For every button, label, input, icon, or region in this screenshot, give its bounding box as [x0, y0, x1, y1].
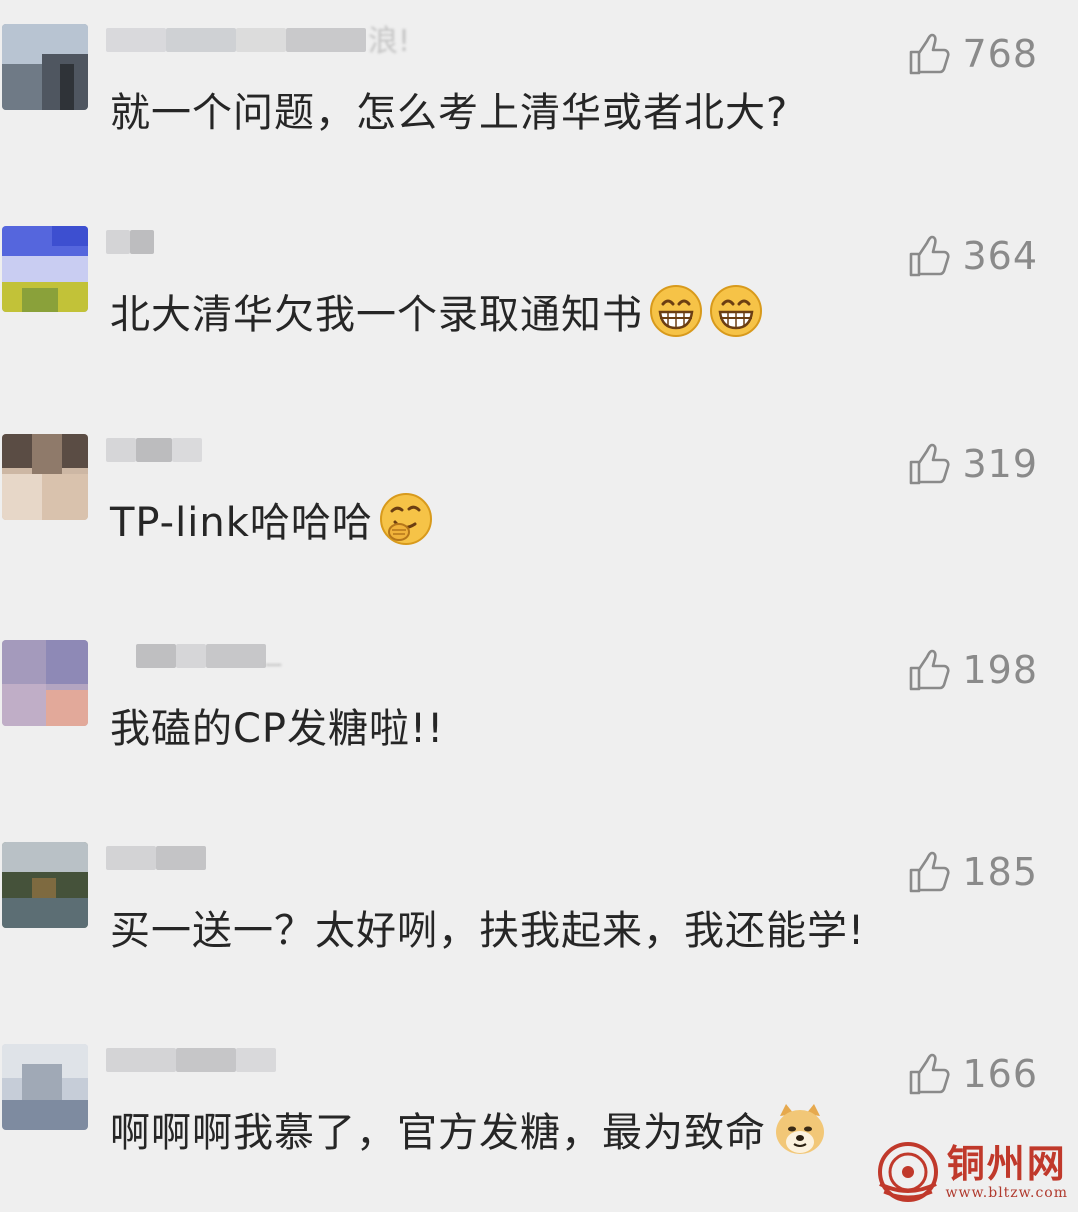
- like-button[interactable]: 768: [908, 30, 1038, 78]
- user-avatar[interactable]: [2, 1044, 88, 1130]
- comment-text: TP-link哈哈哈: [110, 490, 433, 548]
- like-button[interactable]: 198: [908, 646, 1038, 694]
- comment-text-content: 我磕的CP发糖啦!!: [110, 706, 445, 752]
- username-blurred[interactable]: [106, 428, 426, 472]
- comment-text: 北大清华欠我一个录取通知书: [110, 282, 763, 340]
- comment-text-content: 啊啊啊我慕了，官方发糖，最为致命: [110, 1110, 766, 1156]
- grin-emoji: [649, 284, 703, 338]
- site-url: www.bltzw.com: [945, 1185, 1068, 1201]
- thumbs-up-icon: [908, 32, 951, 76]
- username-blurred[interactable]: [106, 1038, 426, 1082]
- site-name: 铜州网: [946, 1141, 1067, 1186]
- user-avatar[interactable]: [2, 24, 88, 110]
- thumbs-up-icon: [908, 648, 951, 692]
- grin-emoji: [709, 284, 763, 338]
- comment-text-content: 北大清华欠我一个录取通知书: [110, 292, 643, 338]
- comment-text: 就一个问题，怎么考上清华或者北大?: [110, 80, 788, 138]
- username-blurred[interactable]: [106, 220, 426, 264]
- like-count: 166: [962, 1052, 1038, 1096]
- like-count: 198: [962, 648, 1038, 692]
- username-tail: _: [266, 632, 281, 667]
- thumbs-up-icon: [908, 234, 951, 278]
- comment-text-content: 就一个问题，怎么考上清华或者北大?: [110, 90, 789, 136]
- like-button[interactable]: 319: [908, 440, 1038, 488]
- comment-text: 买一送一？太好咧，扶我起来，我还能学!: [110, 898, 865, 956]
- username-blurred[interactable]: [106, 836, 426, 880]
- username-blurred[interactable]: _: [106, 632, 426, 678]
- like-count: 185: [962, 850, 1038, 894]
- user-avatar[interactable]: [2, 226, 88, 312]
- comment-text: 啊啊啊我慕了，官方发糖，最为致命: [110, 1100, 828, 1158]
- username-tail: 浪!: [368, 24, 411, 59]
- thumbs-up-icon: [908, 442, 951, 486]
- site-logo-icon: [876, 1140, 940, 1204]
- like-button[interactable]: 185: [908, 848, 1038, 896]
- comment-text-content: 买一送一？太好咧，扶我起来，我还能学!: [110, 908, 866, 954]
- like-button[interactable]: 364: [908, 232, 1038, 280]
- like-count: 768: [962, 32, 1038, 76]
- username-blurred[interactable]: 浪!: [106, 18, 426, 62]
- comment-text: 我磕的CP发糖啦!!: [110, 696, 444, 754]
- site-watermark: 铜州网 www.bltzw.com: [876, 1140, 1069, 1204]
- comment-feed: 浪! 768 就一个问题，怎么考上清华或者北大? 364 北大清华欠我一个录取通…: [0, 0, 1078, 1212]
- like-count: 319: [962, 442, 1038, 486]
- thumbs-up-icon: [908, 850, 951, 894]
- thumbs-up-icon: [908, 1052, 951, 1096]
- giggle-emoji: [379, 492, 433, 546]
- doge-emoji: [772, 1102, 828, 1156]
- comment-text-content: TP-link哈哈哈: [110, 500, 373, 546]
- user-avatar[interactable]: [2, 434, 88, 520]
- user-avatar[interactable]: [2, 842, 88, 928]
- like-button[interactable]: 166: [908, 1050, 1038, 1098]
- user-avatar[interactable]: [2, 640, 88, 726]
- like-count: 364: [962, 234, 1038, 278]
